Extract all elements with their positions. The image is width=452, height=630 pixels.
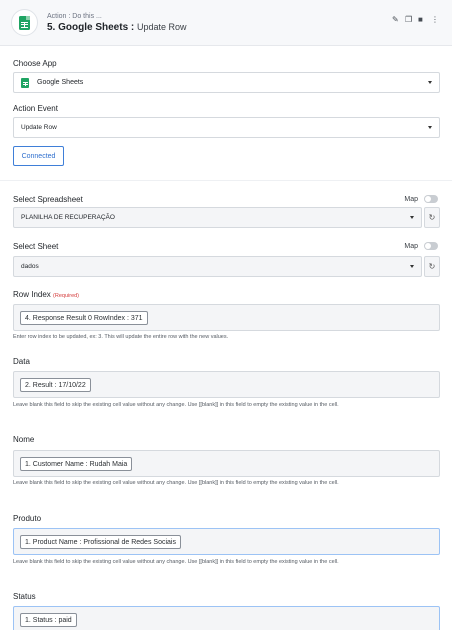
nome-chip[interactable]: 1. Customer Name : Rudah Maia [20,457,133,471]
refresh-spreadsheet-button[interactable]: ↻ [424,207,440,228]
google-sheets-small-icon [21,77,29,88]
more-vertical-icon[interactable]: ⋮ [431,16,439,24]
data-input[interactable]: 2. Result : 17/10/22 [13,371,440,398]
produto-input[interactable]: 1. Product Name : Profissional de Redes … [13,528,440,555]
edit-pencil-icon[interactable]: ✎ [392,16,399,24]
produto-chip[interactable]: 1. Product Name : Profissional de Redes … [20,535,181,549]
step-title: 5. Google Sheets : Update Row [47,22,187,33]
map-label: Map [404,242,418,250]
step-header[interactable]: Action : Do this ... 5. Google Sheets : … [0,0,452,46]
spreadsheet-select[interactable]: PLANILHA DE RECUPERAÇÃO [13,207,422,228]
action-event-label: Action Event [13,104,58,113]
map-toggle-switch[interactable] [424,195,438,203]
refresh-icon: ↻ [428,262,436,271]
produto-label: Produto [13,514,42,523]
chevron-down-icon [428,81,432,84]
map-toggle-switch[interactable] [424,242,438,250]
choose-app-select[interactable]: Google Sheets [13,72,440,93]
sheet-select[interactable]: dados [13,256,422,277]
action-event-select[interactable]: Update Row [13,117,440,138]
chevron-down-icon [428,126,432,129]
chevron-down-icon [410,216,414,219]
status-input[interactable]: 1. Status : paid [13,606,440,630]
row-index-hint: Enter row index to be updated, ex: 3. Th… [13,334,229,340]
row-index-label-text: Row Index [13,290,51,299]
select-spreadsheet-label: Select Spreadsheet [13,195,83,204]
nome-input[interactable]: 1. Customer Name : Rudah Maia [13,450,440,477]
nome-label: Nome [13,435,35,444]
step-subtitle: Action : Do this ... [47,13,102,20]
chevron-down-icon [410,265,414,268]
step-title-app: 5. Google Sheets : [47,22,135,33]
required-badge: (Required) [53,293,80,299]
google-sheets-badge [11,9,38,36]
status-label: Status [13,592,36,601]
choose-app-label: Choose App [13,59,57,68]
google-sheets-icon [19,15,30,30]
status-chip[interactable]: 1. Status : paid [20,613,77,627]
copy-icon[interactable]: ❐ [405,16,412,24]
delete-icon[interactable]: ■ [418,16,425,24]
data-hint: Leave blank this field to skip the exist… [13,402,339,408]
map-label: Map [404,195,418,203]
data-chip[interactable]: 2. Result : 17/10/22 [20,378,91,392]
refresh-icon: ↻ [428,213,436,222]
data-label: Data [13,357,30,366]
sheet-value: dados [21,263,39,270]
step-title-action: Update Row [137,22,187,32]
row-index-input[interactable]: 4. Response Result 0 RowIndex : 371 [13,304,440,331]
step-actions: ✎ ❐ ■ ⋮ [392,16,439,24]
spreadsheet-value: PLANILHA DE RECUPERAÇÃO [21,214,115,221]
choose-app-value: Google Sheets [37,79,84,86]
spreadsheet-map-toggle[interactable]: Map [404,195,438,203]
section-divider [0,180,452,181]
connected-button[interactable]: Connected [13,146,64,166]
select-sheet-label: Select Sheet [13,242,59,251]
refresh-sheet-button[interactable]: ↻ [424,256,440,277]
nome-hint: Leave blank this field to skip the exist… [13,480,339,486]
row-index-chip[interactable]: 4. Response Result 0 RowIndex : 371 [20,311,148,325]
sheet-map-toggle[interactable]: Map [404,242,438,250]
row-index-label: Row Index (Required) [13,290,79,299]
produto-hint: Leave blank this field to skip the exist… [13,559,339,565]
action-event-value: Update Row [21,124,57,131]
